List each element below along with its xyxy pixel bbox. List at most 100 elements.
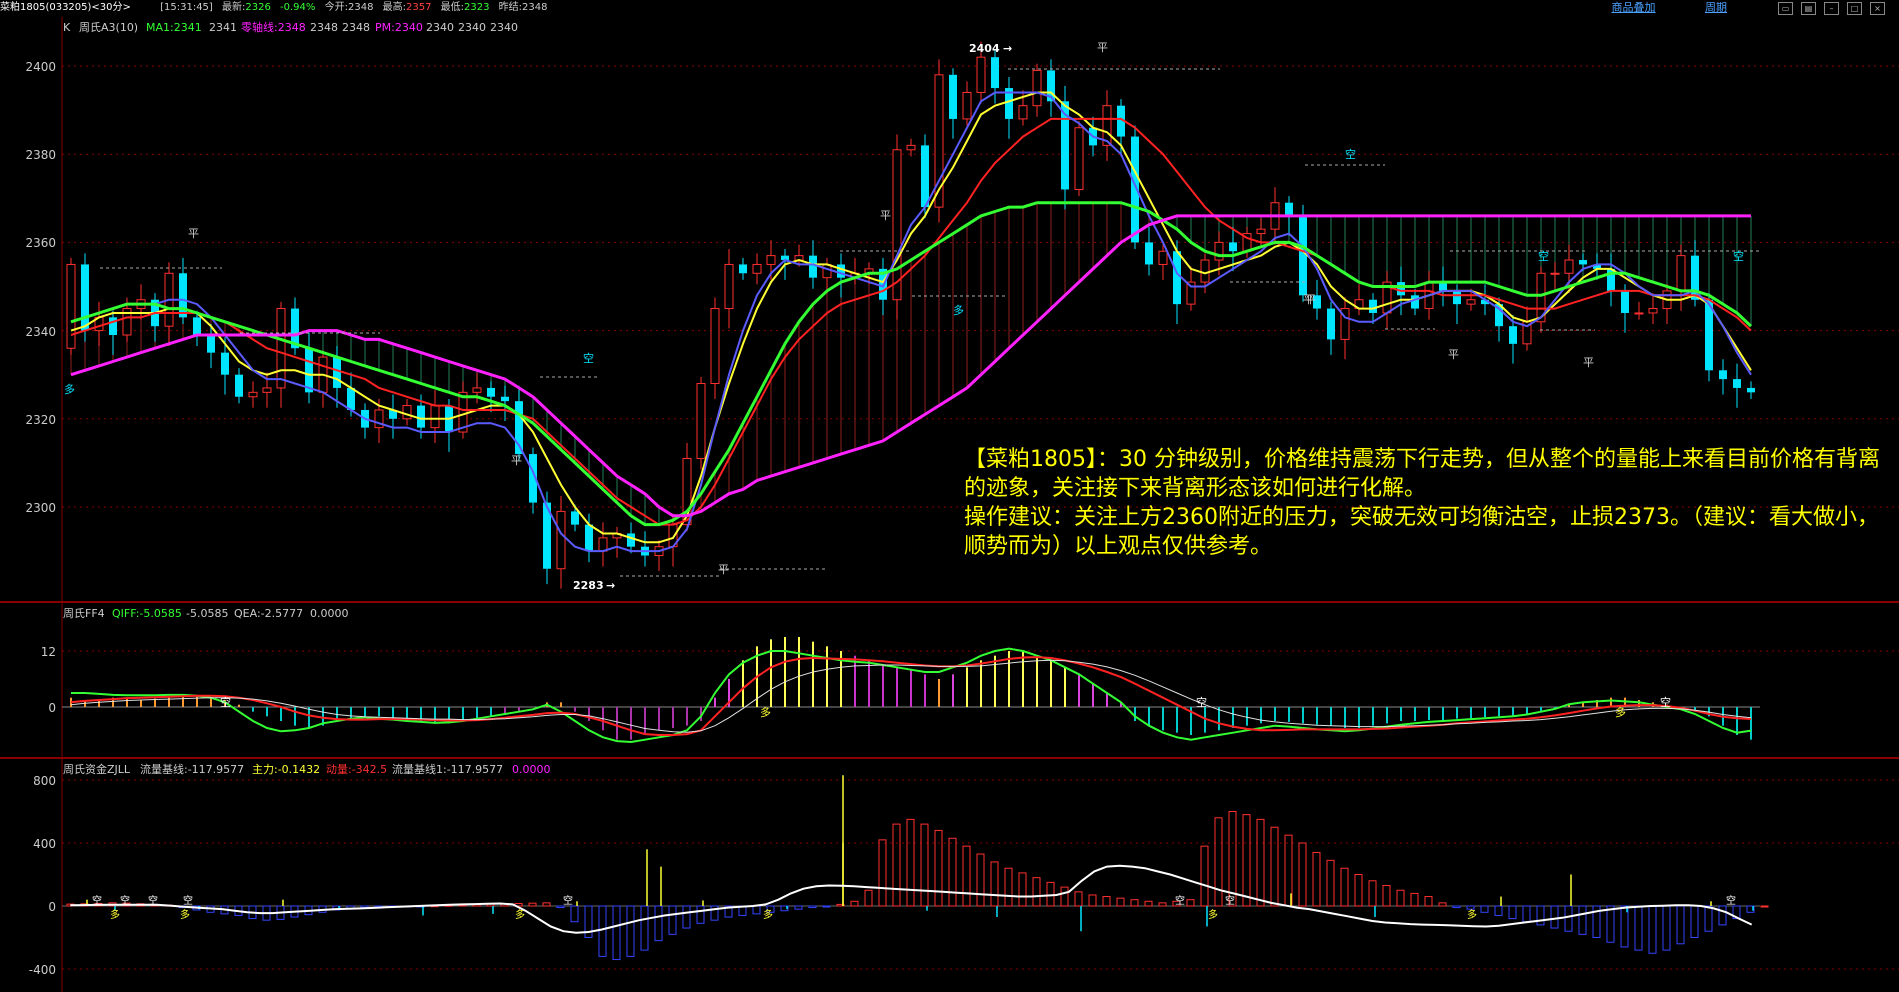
candle-body-up: [262, 387, 272, 393]
flow-bar-down: [1536, 905, 1545, 926]
y-tick: 2400: [25, 60, 56, 74]
flow-bar-down: [654, 905, 663, 942]
flow-bar-up: [990, 861, 999, 907]
zero-axis-value: 零轴线:2348: [241, 20, 306, 34]
flow-bar-down: [1480, 905, 1489, 913]
signal-flat: 平: [1305, 293, 1316, 306]
candle-body-up: [1550, 272, 1560, 275]
flow-bar-down: [822, 905, 831, 908]
flow-bar-up: [976, 853, 985, 907]
pm4-value: 2340: [490, 21, 518, 34]
candle-body-down: [921, 145, 929, 208]
candle-body-up: [1158, 250, 1168, 265]
flow-bar-down: [1508, 905, 1517, 920]
flow-bar-up: [1088, 894, 1097, 907]
candle-body-up: [472, 387, 482, 393]
y-tick: 2320: [25, 413, 56, 427]
ma1-value: MA1:2341: [146, 21, 202, 34]
candle-body-down: [333, 357, 341, 388]
candle-body-down: [305, 348, 313, 393]
signal-short: 空: [120, 894, 130, 907]
candle-body-down: [1579, 260, 1587, 265]
flow-bar-down: [612, 905, 621, 961]
panel3-header: 周氏资金ZJLL 流量基线:-117.9577 主力:-0.1432 动量:-3…: [63, 762, 551, 776]
flow-bar-down: [1704, 905, 1713, 932]
panel2-header: 周氏FF4 QIFF:-5.0585 -5.0585 QEA:-2.5777 0…: [63, 607, 349, 620]
flow-bar-up: [948, 837, 957, 907]
candle-body-down: [585, 524, 593, 552]
flow-bar-up: [864, 889, 873, 907]
baseline-value: 流量基线:-117.9577: [140, 762, 244, 776]
signal-short: 空: [1345, 147, 1356, 161]
signal-short: 空: [1726, 894, 1736, 907]
candle-body-up: [752, 263, 762, 274]
analysis-paragraph: 【菜粕1805】：30 分钟级别，价格维持震荡下行走势，但从整个的量能上来看目前…: [964, 447, 1880, 501]
y-tick: 2380: [25, 148, 56, 162]
qiff-value: QIFF:-5.0585: [112, 607, 182, 620]
flow-bar-down: [1662, 905, 1671, 951]
flow-bar-up: [1046, 881, 1055, 907]
flow-bar-up: [542, 902, 551, 907]
qea-value: QEA:-2.5777: [234, 607, 303, 620]
analysis-annotation: 【菜粕1805】：30 分钟级别，价格维持震荡下行走势，但从整个的量能上来看目前…: [964, 445, 1894, 561]
y-tick: 0: [48, 900, 56, 914]
candle-body-up: [1018, 105, 1028, 120]
signal-short: 空: [220, 695, 231, 709]
flow-bar-up: [1760, 905, 1769, 908]
signal-long: 多: [953, 303, 964, 317]
y-tick: -400: [29, 963, 56, 977]
candle-body-up: [276, 308, 286, 389]
signal-short: 空: [183, 894, 193, 907]
candle-body-up: [766, 255, 776, 265]
candle-body-up: [976, 56, 986, 93]
candle-body-up: [556, 510, 566, 570]
flow-bar-down: [1494, 905, 1503, 916]
fund-flow-bars: [66, 775, 1769, 961]
candle-body-up: [1564, 259, 1574, 274]
flow-bar-up: [1396, 889, 1405, 907]
flow-bar-up: [878, 839, 887, 907]
panel2-y-axis: 12 0: [41, 645, 56, 715]
ma5-value: 2348: [342, 21, 370, 34]
flow-bar-up: [1382, 885, 1391, 907]
signal-short: 空: [148, 894, 158, 907]
candle-body-down: [1397, 282, 1405, 296]
flow-bar-down: [808, 905, 817, 909]
signal-long: 多: [763, 908, 773, 921]
flow-bar-up: [1410, 892, 1419, 907]
flow-bar-up: [1130, 899, 1139, 907]
flow-bar-up: [1312, 851, 1321, 907]
signal-short: 空: [563, 894, 573, 907]
flow-bar-up: [1242, 814, 1251, 907]
candle-body-down: [1229, 242, 1237, 252]
signal-long: 多: [760, 705, 771, 719]
candle-body-up: [402, 405, 412, 420]
ma4-value: 2348: [310, 21, 338, 34]
signal-flat: 平: [880, 209, 891, 222]
qiff2-value: -5.0585: [186, 607, 228, 620]
candle-body-down: [417, 405, 425, 428]
signal-short: 空: [1733, 249, 1744, 263]
signal-short: 空: [1196, 695, 1207, 709]
candle-body-down: [1733, 379, 1741, 388]
candle-body-up: [710, 308, 720, 385]
candle-body-up: [1032, 69, 1042, 107]
candle-body-down: [627, 533, 635, 547]
signal-short: 空: [1225, 894, 1235, 907]
flow-bar-up: [1438, 902, 1447, 907]
y-tick: 2340: [25, 325, 56, 339]
candle-body-down: [571, 511, 579, 525]
candle-body-down: [1719, 370, 1727, 380]
ma2-value: 2341: [209, 21, 237, 34]
candle-body-up: [906, 144, 916, 151]
flow-bar-down: [1606, 905, 1615, 943]
y-tick: 0: [48, 701, 56, 715]
candle-body-up: [1200, 259, 1210, 283]
momentum-value: 动量:-342.5: [326, 763, 387, 776]
main-force-value: 主力:-0.1432: [252, 763, 320, 776]
signal-short: 空: [1175, 894, 1185, 907]
candle-body-up: [1074, 127, 1084, 190]
candle-body-down: [1509, 326, 1517, 344]
flow-bar-up: [1298, 842, 1307, 907]
signal-short: 空: [92, 894, 102, 907]
